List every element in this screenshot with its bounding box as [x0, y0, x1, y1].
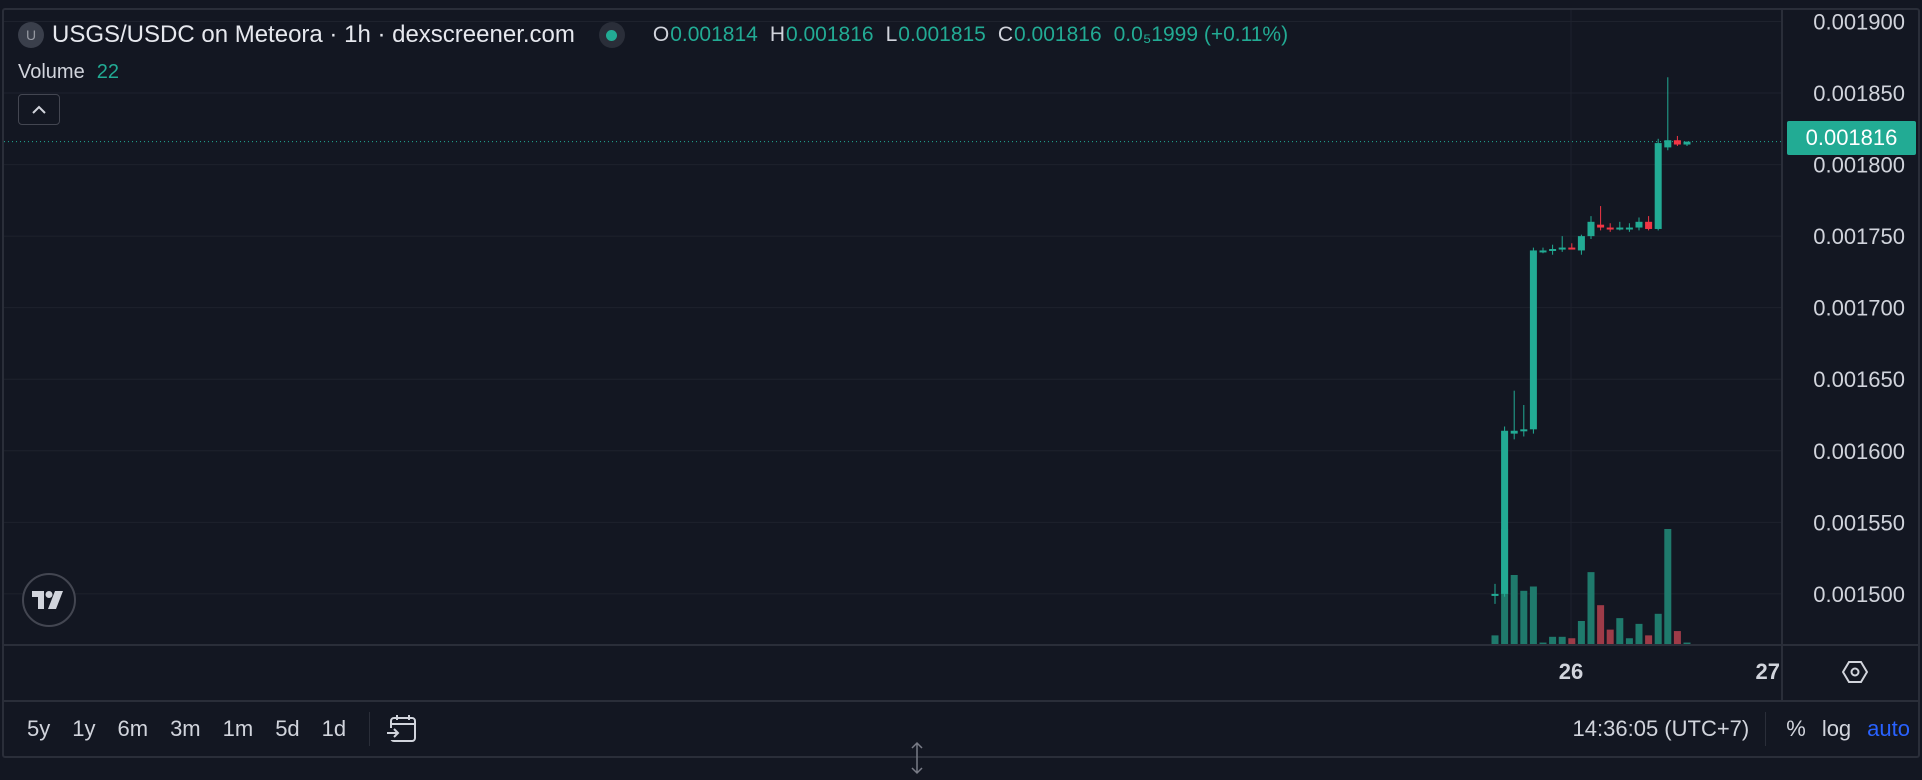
candle-body: [1673, 140, 1681, 145]
price-axis-tick-label: 0.001600: [1813, 439, 1905, 464]
close-value: 0.001816: [1014, 23, 1102, 46]
volume-label: Volume: [18, 61, 85, 83]
symbol-title[interactable]: USGS/USDC on Meteora · 1h · dexscreener.…: [52, 21, 575, 49]
volume-bar: [1549, 636, 1557, 644]
candle-body: [1568, 247, 1576, 250]
candle-body: [1539, 250, 1547, 253]
range-1m-button[interactable]: 1m: [212, 716, 265, 742]
volume-bar: [1616, 618, 1624, 644]
percent-scale-toggle[interactable]: %: [1786, 716, 1806, 742]
price-axis-tick-label: 0.001850: [1813, 81, 1905, 106]
timezone-clock[interactable]: 14:36:05 (UTC+7): [1573, 716, 1750, 742]
volume-value: 22: [96, 61, 119, 83]
symbol-logo-icon: U: [18, 22, 44, 48]
chevron-up-icon: [32, 105, 46, 114]
settings-hexagon-icon: [1842, 661, 1868, 683]
candle-body: [1606, 227, 1614, 230]
volume-bar: [1654, 613, 1662, 644]
price-axis-tick-label: 0.001700: [1813, 296, 1905, 321]
volume-bar: [1673, 631, 1681, 644]
volume-bar: [1597, 605, 1605, 644]
price-change: 0.0₅1999 (+0.11%): [1113, 23, 1289, 46]
volume-bar: [1635, 623, 1643, 644]
market-status-icon[interactable]: [598, 22, 625, 48]
time-range-group: 5y 1y 6m 3m 1m 5d 1d: [16, 702, 420, 756]
price-axis-tick-label: 0.001650: [1813, 367, 1905, 392]
high-value: 0.001816: [785, 23, 874, 46]
high-label: H: [769, 23, 785, 46]
last-price-label: 0.001816: [1787, 121, 1916, 155]
volume-bar: [1664, 529, 1672, 644]
volume-bar: [1606, 629, 1614, 644]
low-label: L: [885, 23, 898, 46]
candle-body: [1577, 236, 1585, 251]
candle-body: [1625, 227, 1633, 230]
resize-vertical-icon: [911, 741, 923, 775]
candle-body: [1520, 429, 1528, 432]
tradingview-logo-icon[interactable]: [22, 573, 76, 627]
pane-resize-handle[interactable]: [907, 741, 927, 775]
volume-bar: [1558, 636, 1566, 644]
close-label: C: [997, 23, 1014, 46]
price-axis-tick-label: 0.001500: [1813, 582, 1905, 607]
range-6m-button[interactable]: 6m: [107, 716, 160, 742]
price-axis-tick-label: 0.001800: [1813, 153, 1905, 178]
price-axis-tick-label: 0.001750: [1813, 224, 1905, 249]
calendar-goto-icon: [386, 715, 417, 742]
open-label: O: [652, 23, 670, 46]
candle-body: [1683, 141, 1691, 145]
volume-bar: [1577, 621, 1585, 644]
low-value: 0.001815: [898, 23, 986, 46]
chart-legend-header: U USGS/USDC on Meteora · 1h · dexscreene…: [18, 18, 1288, 52]
candle-body: [1549, 249, 1557, 252]
range-5y-button[interactable]: 5y: [16, 716, 61, 742]
bottom-toolbar: 5y 1y 6m 3m 1m 5d 1d 14:36:05 (UTC+7) % …: [4, 700, 1918, 756]
candle-body: [1510, 430, 1518, 434]
volume-bar: [1625, 638, 1633, 644]
price-axis-tick-label: 0.001550: [1813, 510, 1905, 535]
volume-bar: [1529, 586, 1537, 644]
toolbar-divider: [369, 712, 371, 746]
candle-body: [1645, 221, 1653, 229]
auto-scale-toggle[interactable]: auto: [1867, 716, 1910, 742]
candle-body: [1587, 221, 1595, 237]
chart-settings-button[interactable]: [1840, 659, 1870, 685]
volume-bar: [1683, 642, 1691, 644]
range-1d-button[interactable]: 1d: [311, 716, 357, 742]
collapse-legend-button[interactable]: [18, 94, 60, 125]
candle-body: [1597, 224, 1605, 228]
range-1y-button[interactable]: 1y: [61, 716, 106, 742]
volume-bar: [1539, 642, 1547, 644]
range-5d-button[interactable]: 5d: [264, 716, 310, 742]
candle-body: [1529, 250, 1537, 430]
candle-body: [1501, 430, 1509, 594]
candle-body: [1616, 227, 1624, 230]
log-scale-toggle[interactable]: log: [1822, 716, 1851, 742]
candle-body: [1664, 140, 1672, 148]
chart-plot-area[interactable]: 0.001900 0.001850 0.001800 0.001750 0.001700…: [0, 0, 1922, 700]
candle-body: [1558, 247, 1566, 250]
volume-bar: [1645, 635, 1653, 644]
volume-bar: [1568, 638, 1576, 644]
volume-legend[interactable]: Volume 22: [18, 61, 119, 84]
time-axis-tick-label: 26: [1559, 659, 1583, 684]
ohlc-values: O 0.001814 H 0.001816 L 0.001815 C 0.001816 …: [653, 23, 1288, 47]
candle-body: [1635, 221, 1643, 228]
candle-body: [1491, 593, 1499, 596]
candle-body: [1654, 143, 1662, 229]
toolbar-divider: [1765, 712, 1767, 746]
open-value: 0.001814: [670, 23, 758, 46]
volume-bar: [1587, 572, 1595, 644]
toolbar-right-group: 14:36:05 (UTC+7) % log auto: [1573, 702, 1918, 756]
volume-bar: [1510, 575, 1518, 644]
price-axis-tick-label: 0.001900: [1813, 9, 1905, 34]
volume-bar: [1491, 635, 1499, 644]
volume-bar: [1520, 590, 1528, 644]
range-3m-button[interactable]: 3m: [159, 716, 212, 742]
go-to-date-button[interactable]: [384, 712, 420, 746]
time-axis-tick-label: 27: [1756, 659, 1780, 684]
